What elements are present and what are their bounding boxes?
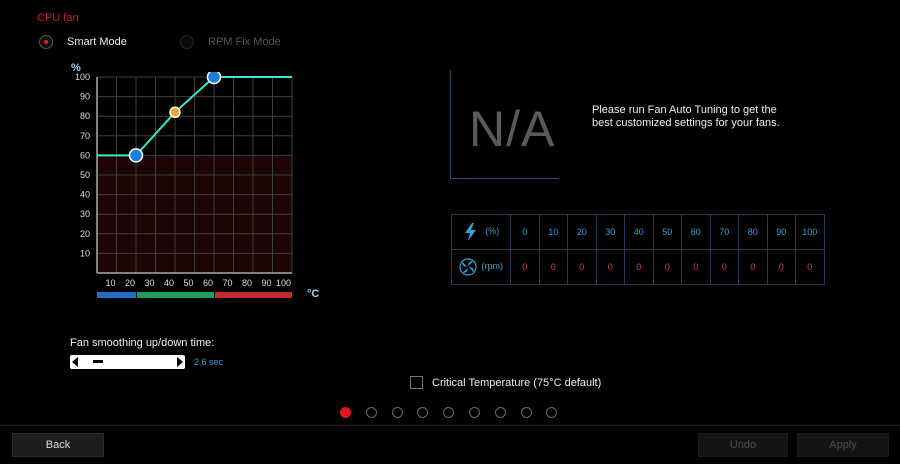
rpm-cell: 0 xyxy=(766,249,796,285)
rpm-cell: 0 xyxy=(624,249,654,285)
smart-mode-radio[interactable] xyxy=(39,35,53,49)
rpm-label: (rpm) xyxy=(481,261,504,272)
x-tick-label: 20 xyxy=(125,278,135,288)
x-tick-label: 80 xyxy=(242,278,252,288)
pct-cell: 10 xyxy=(538,214,568,250)
slider-decrease-icon[interactable] xyxy=(72,357,78,367)
x-tick-label: 30 xyxy=(144,278,154,288)
y-tick-label: 60 xyxy=(80,150,90,160)
curve-control-point[interactable] xyxy=(128,148,144,163)
temperature-zone-bar xyxy=(137,292,214,298)
x-tick-label: 10 xyxy=(105,278,115,288)
page-dot[interactable] xyxy=(365,407,377,418)
y-tick-label: 80 xyxy=(80,111,90,121)
curve-control-point[interactable] xyxy=(169,106,181,119)
page-dot[interactable] xyxy=(520,407,532,418)
page-dot[interactable] xyxy=(469,407,480,418)
pct-label: (%) xyxy=(485,226,500,237)
table-row: (rpm) 0 0 0 0 0 0 0 0 0 0 0 xyxy=(451,249,825,285)
y-tick-label: 70 xyxy=(80,131,90,141)
pct-cell: 70 xyxy=(709,214,739,250)
critical-temperature-checkbox[interactable] xyxy=(410,376,423,389)
page-title: CPU fan xyxy=(37,12,79,24)
fan-curve-chart[interactable]: 100 90 80 70 60 50 40 30 20 10 10 20 30 40 50 60 70 80 90 1… xyxy=(60,72,310,312)
y-tick-label: 30 xyxy=(80,209,90,219)
apply-button[interactable]: Apply xyxy=(797,433,889,457)
pct-cell: 50 xyxy=(652,214,682,250)
na-text: N/A xyxy=(469,101,556,157)
page-indicator xyxy=(340,407,570,419)
page-dot[interactable] xyxy=(417,407,429,418)
pct-header-cell: (%) xyxy=(451,214,511,250)
table-row: (%) 0 10 20 30 40 50 60 70 80 90 100 xyxy=(451,214,825,250)
pct-cell: 40 xyxy=(624,214,654,250)
rpm-cell: 0 xyxy=(567,249,597,285)
rpm-cell: 0 xyxy=(738,249,768,285)
pct-cell: 0 xyxy=(510,214,540,250)
x-tick-label: 60 xyxy=(203,278,213,288)
y-tick-label: 20 xyxy=(80,229,90,239)
y-tick-label: 50 xyxy=(80,170,90,180)
na-panel: N/A xyxy=(450,70,559,179)
x-tick-label: 70 xyxy=(222,278,232,288)
page-dot[interactable] xyxy=(391,407,403,418)
y-tick-label: 100 xyxy=(75,72,90,82)
slider-thumb[interactable] xyxy=(93,360,104,363)
smoothing-label: Fan smoothing up/down time: xyxy=(70,337,215,349)
rpm-fix-mode-label[interactable]: RPM Fix Mode xyxy=(208,36,281,48)
rpm-cell: 0 xyxy=(709,249,739,285)
auto-tuning-message: Please run Fan Auto Tuning to get the be… xyxy=(592,104,780,129)
temperature-zone-bar xyxy=(97,292,136,298)
pct-cell: 60 xyxy=(681,214,711,250)
footer-divider xyxy=(0,425,900,426)
pct-cell: 100 xyxy=(795,214,825,250)
rpm-cell: 0 xyxy=(652,249,682,285)
page-dot[interactable] xyxy=(443,407,455,418)
smoothing-slider[interactable] xyxy=(70,355,185,369)
critical-temperature-label[interactable]: Critical Temperature (75°C default) xyxy=(432,377,601,389)
pct-cell: 90 xyxy=(766,214,796,250)
pct-cell: 30 xyxy=(595,214,625,250)
smoothing-value: 2.6 sec xyxy=(194,357,224,367)
y-tick-label: 90 xyxy=(80,92,90,102)
rpm-table: (%) 0 10 20 30 40 50 60 70 80 90 100 (rp… xyxy=(451,214,825,285)
slider-increase-icon[interactable] xyxy=(177,357,183,367)
temperature-zone-bar xyxy=(215,292,292,298)
rpm-cell: 0 xyxy=(681,249,711,285)
back-button[interactable]: Back xyxy=(12,433,104,457)
rpm-cell: 0 xyxy=(538,249,568,285)
fan-icon xyxy=(459,258,477,276)
curve-control-point[interactable] xyxy=(206,72,222,85)
smart-mode-label[interactable]: Smart Mode xyxy=(67,36,127,48)
pct-cell: 80 xyxy=(738,214,768,250)
page-dot[interactable] xyxy=(494,407,506,418)
x-tick-label: 90 xyxy=(261,278,271,288)
rpm-header-cell: (rpm) xyxy=(451,249,511,285)
y-tick-label: 10 xyxy=(80,248,90,258)
rpm-cell: 0 xyxy=(795,249,825,285)
x-tick-label: 100 xyxy=(276,278,291,288)
pct-cell: 20 xyxy=(567,214,597,250)
rpm-fix-mode-radio[interactable] xyxy=(180,35,194,49)
y-tick-label: 40 xyxy=(80,190,90,200)
x-tick-label: 40 xyxy=(164,278,174,288)
page-dot[interactable] xyxy=(546,407,558,418)
rpm-cell: 0 xyxy=(595,249,625,285)
rpm-cell: 0 xyxy=(510,249,540,285)
undo-button[interactable]: Undo xyxy=(698,433,788,457)
x-tick-label: 50 xyxy=(183,278,193,288)
page-dot[interactable] xyxy=(340,407,351,418)
lightning-icon xyxy=(464,223,476,241)
